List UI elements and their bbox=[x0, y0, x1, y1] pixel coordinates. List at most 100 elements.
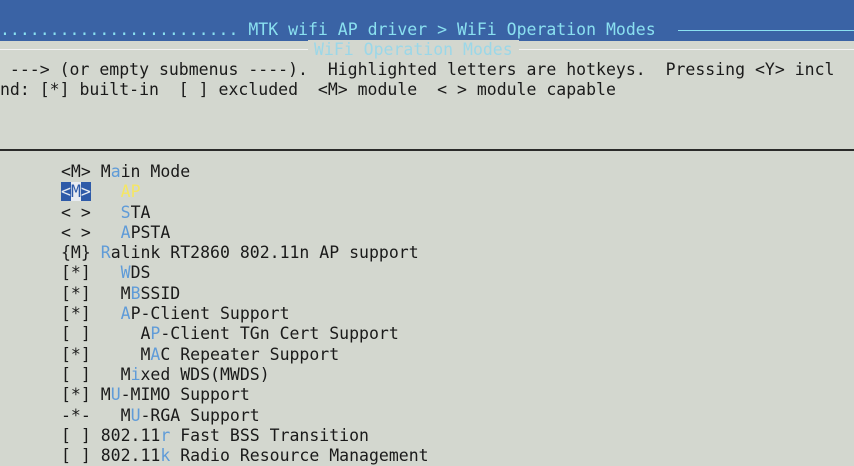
label-suffix: C Repeater Support bbox=[160, 344, 340, 364]
hotkey-letter: k bbox=[160, 446, 171, 466]
menu-item-state[interactable]: -*- bbox=[61, 406, 91, 425]
hotkey-letter: A bbox=[120, 304, 131, 324]
menu-item-indent bbox=[91, 385, 101, 404]
hotkey-letter: U bbox=[110, 385, 121, 405]
menu-separator bbox=[0, 149, 854, 151]
menu-item[interactable]: <M> AP bbox=[61, 182, 429, 202]
label-suffix: TA bbox=[130, 202, 151, 222]
hotkey-letter: A bbox=[150, 344, 161, 364]
menu-item-state[interactable]: [*] bbox=[61, 385, 91, 404]
menu-item[interactable]: {M} Ralink RT2860 802.11n AP support bbox=[61, 243, 429, 263]
menu-item-indent bbox=[91, 284, 121, 303]
menu-item-state[interactable]: [ ] bbox=[61, 324, 91, 343]
menu-item-label: MBSSID bbox=[121, 284, 181, 303]
hotkey-letter: U bbox=[130, 405, 141, 425]
menu-item[interactable]: [*] WDS bbox=[61, 263, 429, 283]
breadcrumb: MTK wifi AP driver > WiFi Operation Mode… bbox=[248, 20, 656, 39]
menu-item-indent bbox=[91, 446, 101, 465]
menu-list: <M> Main Mode <M> AP < > STA < > APSTA {M} R… bbox=[61, 162, 429, 466]
menu-item-state[interactable]: < > bbox=[61, 203, 91, 222]
hotkey-letter: a bbox=[110, 162, 121, 181]
menu-item-indent bbox=[91, 162, 101, 181]
help-text-line-2: nd: [*] built-in [ ] excluded <M> module… bbox=[0, 80, 616, 99]
frame-title: WiFi Operation Modes bbox=[308, 40, 519, 60]
title-dots: ........................ bbox=[0, 20, 239, 39]
menu-item[interactable]: [*] MU-MIMO Support bbox=[61, 385, 429, 405]
menu-item-indent bbox=[91, 182, 121, 201]
menu-item-state[interactable]: [ ] bbox=[61, 365, 91, 384]
menu-item-label: AP bbox=[121, 182, 141, 201]
menu-item-label: 802.11k Radio Resource Management bbox=[101, 446, 429, 465]
menu-item-label: Mixed WDS(MWDS) bbox=[121, 365, 270, 384]
menu-item-state[interactable]: < > bbox=[61, 223, 91, 242]
menu-item-label: 802.11r Fast BSS Transition bbox=[101, 426, 369, 445]
menu-item[interactable]: [*] AP-Client Support bbox=[61, 304, 429, 324]
menu-item-state[interactable]: {M} bbox=[61, 243, 91, 262]
menu-item[interactable]: [ ] Mixed WDS(MWDS) bbox=[61, 365, 429, 385]
menu-item-indent bbox=[91, 345, 141, 364]
menu-item[interactable]: [*] MBSSID bbox=[61, 284, 429, 304]
menu-item-indent bbox=[91, 406, 121, 425]
menu-item-indent bbox=[91, 304, 121, 323]
menu-item-state[interactable]: <M> bbox=[61, 182, 91, 202]
window-title: ........................ MTK wifi AP dri… bbox=[0, 20, 656, 40]
label-prefix: M bbox=[120, 405, 131, 425]
label-suffix: SSID bbox=[140, 283, 181, 303]
hotkey-letter: R bbox=[100, 243, 111, 263]
menu-item-label: AP-Client TGn Cert Support bbox=[140, 324, 398, 343]
menu-item-state[interactable]: [ ] bbox=[61, 426, 91, 445]
help-text-line-1: ---> (or empty submenus ----). Highlight… bbox=[0, 60, 835, 79]
menu-item-indent bbox=[91, 243, 101, 262]
hotkey-letter: W bbox=[120, 263, 131, 283]
hotkey-letter: r bbox=[160, 425, 171, 445]
menu-item-label: STA bbox=[121, 203, 151, 222]
hotkey-letter: i bbox=[130, 364, 141, 384]
menu-item[interactable]: < > STA bbox=[61, 203, 429, 223]
label-suffix: -Client TGn Cert Support bbox=[160, 324, 399, 344]
menu-item-indent bbox=[91, 324, 141, 343]
menu-item-indent bbox=[91, 426, 101, 445]
label-suffix: P bbox=[130, 182, 141, 202]
label-suffix: alink RT2860 802.11n AP support bbox=[110, 243, 419, 263]
hotkey-letter: S bbox=[120, 202, 131, 222]
menu-item-indent bbox=[91, 203, 121, 222]
label-suffix: P-Client Support bbox=[130, 304, 290, 324]
menu-item-state[interactable]: [*] bbox=[61, 284, 91, 303]
menu-item-state[interactable]: [*] bbox=[61, 304, 91, 323]
menu-item-label: Main Mode bbox=[101, 162, 190, 181]
menu-item-indent bbox=[91, 263, 121, 282]
label-prefix: M bbox=[120, 364, 131, 384]
menu-item-label: AP-Client Support bbox=[121, 304, 290, 323]
menu-item-state[interactable]: [*] bbox=[61, 263, 91, 282]
label-suffix: in Mode bbox=[120, 162, 191, 181]
menu-item-indent bbox=[91, 365, 121, 384]
menu-item-label: MU-MIMO Support bbox=[101, 385, 250, 404]
label-suffix: -RGA Support bbox=[140, 405, 260, 425]
menu-item[interactable]: <M> Main Mode bbox=[61, 162, 429, 182]
label-suffix: Radio Resource Management bbox=[170, 446, 429, 466]
menu-item[interactable]: [ ] 802.11r Fast BSS Transition bbox=[61, 426, 429, 446]
menu-item[interactable]: < > APSTA bbox=[61, 223, 429, 243]
label-prefix: A bbox=[140, 324, 151, 344]
hotkey-letter: B bbox=[130, 283, 141, 303]
hotkey-letter: A bbox=[120, 222, 131, 242]
menu-item[interactable]: [*] MAC Repeater Support bbox=[61, 345, 429, 365]
menu-item-state[interactable]: <M> bbox=[61, 162, 91, 181]
label-prefix: M bbox=[120, 283, 131, 303]
label-prefix: 802.11 bbox=[100, 425, 161, 445]
label-suffix: Fast BSS Transition bbox=[170, 425, 369, 445]
menu-item[interactable]: [ ] AP-Client TGn Cert Support bbox=[61, 324, 429, 344]
menu-item-state[interactable]: [ ] bbox=[61, 446, 91, 465]
title-rule bbox=[678, 30, 854, 31]
menu-item-label: MU-RGA Support bbox=[121, 406, 260, 425]
menu-item[interactable]: [ ] 802.11k Radio Resource Management bbox=[61, 446, 429, 466]
hotkey-letter: A bbox=[120, 182, 131, 202]
menu-item-label: Ralink RT2860 802.11n AP support bbox=[101, 243, 419, 262]
menu-item-state[interactable]: [*] bbox=[61, 345, 91, 364]
hotkey-letter: P bbox=[150, 324, 161, 344]
label-prefix: M bbox=[140, 344, 151, 364]
menu-item[interactable]: -*- MU-RGA Support bbox=[61, 406, 429, 426]
label-suffix: xed WDS(MWDS) bbox=[140, 364, 270, 384]
label-prefix: 802.11 bbox=[100, 446, 161, 466]
label-prefix: M bbox=[100, 162, 111, 181]
